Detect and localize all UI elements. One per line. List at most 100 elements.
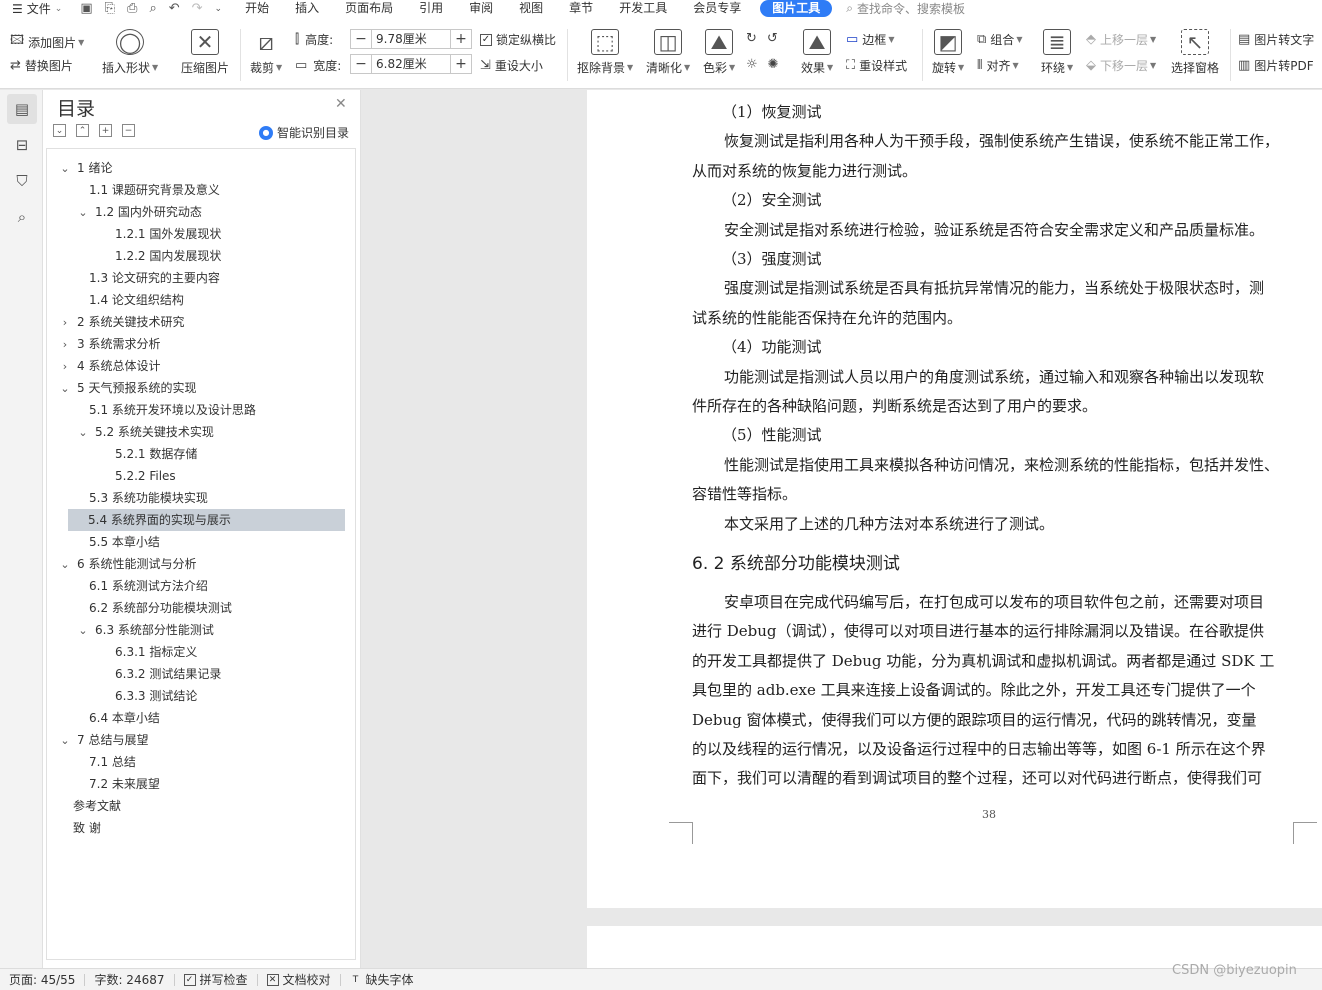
save-icon[interactable]: ▣ [80, 1, 92, 16]
height-input[interactable]: 9.78厘米 [372, 29, 450, 49]
missing-font-button[interactable]: T 缺失字体 [341, 971, 423, 988]
lock-ratio-checkbox[interactable]: ✓ 锁定纵横比 [480, 31, 556, 48]
expand-all-icon[interactable]: ⌃ [76, 124, 89, 137]
toc-item[interactable]: 6.3.2 测试结果记录 [103, 663, 221, 685]
reset-style-button[interactable]: ⛶ 重设样式 [846, 57, 907, 74]
wrap-button[interactable]: ≣ 环绕 ▼ [1041, 29, 1073, 76]
toc-item[interactable]: 7.1 总结 [77, 751, 136, 773]
toc-item[interactable]: 6.3.1 指标定义 [103, 641, 197, 663]
toc-item[interactable]: 6.1 系统测试方法介绍 [77, 575, 208, 597]
image-to-text-button[interactable]: ▤ 图片转文字 [1238, 31, 1314, 48]
border-button[interactable]: ▭ 边框 ▼ [846, 31, 894, 48]
width-stepper[interactable]: − 6.82厘米 + [350, 54, 472, 74]
group-button[interactable]: ⧉ 组合 ▼ [977, 31, 1022, 48]
toc-item[interactable]: 参考文献 [73, 795, 121, 817]
toc-item[interactable]: › 4 系统总体设计 [59, 355, 161, 378]
compress-image-button[interactable]: ✕ 压缩图片 [181, 29, 229, 76]
effect-button[interactable]: ⛰ 效果 ▼ [801, 29, 833, 76]
increase-height-button[interactable]: + [450, 29, 472, 49]
chapter-nav-icon[interactable]: ⊟ [7, 130, 37, 160]
toc-item[interactable]: 5.1 系统开发环境以及设计思路 [77, 399, 256, 421]
toc-item[interactable]: 1.4 论文组织结构 [77, 289, 184, 311]
toc-item[interactable]: 1.2.2 国内发展现状 [103, 245, 221, 267]
toc-item[interactable]: ⌄ 6 系统性能测试与分析 [59, 553, 196, 575]
decrease-width-button[interactable]: − [350, 54, 372, 74]
toc-item[interactable]: 5.3 系统功能模块实现 [77, 487, 208, 509]
toc-panel-icon[interactable]: ▤ [7, 94, 37, 124]
page-indicator[interactable]: 页面: 45/55 [0, 971, 84, 988]
increase-contrast-icon[interactable]: ↻ [746, 31, 757, 46]
image-to-pdf-button[interactable]: ▥ 图片转PDF [1238, 57, 1314, 74]
tab-3[interactable]: 引用 [406, 0, 456, 17]
customize-toolbar-icon[interactable]: ⌄ [215, 4, 223, 14]
toc-item[interactable]: 6.2 系统部分功能模块测试 [77, 597, 232, 619]
proofread-button[interactable]: ✕ 文档校对 [258, 971, 340, 988]
crop-button[interactable]: ⧄ 裁剪 ▼ [250, 28, 282, 76]
toc-item[interactable]: ⌄ 5 天气预报系统的实现 [59, 377, 196, 399]
toc-item[interactable]: 致 谢 [73, 817, 101, 839]
toc-item[interactable]: 6.4 本章小结 [77, 707, 160, 729]
toc-item[interactable]: 5.2.1 数据存储 [103, 443, 197, 465]
toc-item[interactable]: 5.5 本章小结 [77, 531, 160, 553]
toc-item[interactable]: 5.4 系统界面的实现与展示 [68, 509, 345, 531]
bookmark-icon[interactable]: ⛉ [7, 166, 37, 196]
toc-item[interactable]: ⌄ 7 总结与展望 [59, 729, 148, 751]
remove-background-button[interactable]: ⬚ 抠除背景 ▼ [577, 29, 633, 76]
chevron-down-icon[interactable]: ⌄ [59, 158, 71, 180]
tab-7[interactable]: 开发工具 [606, 0, 680, 17]
chevron-down-icon[interactable]: ⌄ [77, 620, 89, 642]
insert-shape-button[interactable]: ◯ 插入形状 ▼ [102, 29, 158, 76]
tab-0[interactable]: 开始 [232, 0, 282, 17]
tab-4[interactable]: 审阅 [456, 0, 506, 17]
toc-item[interactable]: ⌄ 1 绪论 [59, 157, 112, 179]
export-icon[interactable]: ⎘ [105, 1, 115, 16]
tab-5[interactable]: 视图 [506, 0, 556, 17]
tab-6[interactable]: 章节 [556, 0, 606, 17]
color-button[interactable]: ⛰ 色彩 ▼ [703, 29, 735, 76]
spell-check-button[interactable]: ✓ 拼写检查 [175, 971, 257, 988]
chevron-down-icon[interactable]: ⌄ [77, 202, 89, 224]
tab-picture-tools[interactable]: 图片工具 [760, 0, 833, 17]
toc-item[interactable]: 1.2.1 国外发展现状 [103, 223, 221, 245]
collapse-all-icon[interactable]: ⌄ [53, 124, 66, 137]
search-icon[interactable]: ⌕ [7, 202, 37, 232]
chevron-right-icon[interactable]: › [59, 334, 71, 356]
decrease-height-button[interactable]: − [350, 29, 372, 49]
word-count[interactable]: 字数: 24687 [85, 971, 173, 988]
print-preview-icon[interactable]: ⌕ [149, 1, 156, 16]
document-canvas[interactable]: （1）恢复测试 恢复测试是指利用各种人为干预手段，强制使系统产生错误，使系统不能正… [361, 90, 1322, 968]
send-backward-button[interactable]: ⬙ 下移一层 ▼ [1086, 57, 1156, 74]
increase-width-button[interactable]: + [450, 54, 472, 74]
reset-size-button[interactable]: ⇲ 重设大小 [480, 57, 543, 74]
command-search[interactable]: ⌕ 查找命令、搜索模板 [846, 0, 965, 17]
decrease-brightness-icon[interactable]: ✺ [768, 57, 779, 72]
increase-brightness-icon[interactable]: ☼ [746, 57, 758, 72]
tab-2[interactable]: 页面布局 [332, 0, 406, 17]
remove-heading-icon[interactable]: − [122, 124, 135, 137]
height-stepper[interactable]: − 9.78厘米 + [350, 29, 472, 49]
redo-icon[interactable]: ↷ [192, 1, 203, 16]
toc-item[interactable]: ⌄ 1.2 国内外研究动态 [77, 201, 202, 223]
align-button[interactable]: ⫴ 对齐 ▼ [977, 57, 1019, 74]
chevron-down-icon[interactable]: ⌄ [59, 378, 71, 400]
toc-item[interactable]: › 3 系统需求分析 [59, 333, 161, 356]
toc-item[interactable]: 1.3 论文研究的主要内容 [77, 267, 220, 289]
chevron-down-icon[interactable]: ⌄ [59, 730, 71, 752]
chevron-down-icon[interactable]: ⌄ [59, 554, 71, 576]
bring-forward-button[interactable]: ⬘ 上移一层 ▼ [1086, 31, 1156, 48]
decrease-contrast-icon[interactable]: ↺ [767, 31, 778, 46]
chevron-right-icon[interactable]: › [59, 356, 71, 378]
smart-toc-button[interactable]: ● 智能识别目录 [259, 124, 349, 141]
toc-item[interactable]: ⌄ 6.3 系统部分性能测试 [77, 619, 214, 641]
close-icon[interactable]: ✕ [335, 96, 347, 112]
replace-image-button[interactable]: ⇄ 替换图片 [10, 57, 73, 74]
undo-icon[interactable]: ↶ [169, 1, 180, 16]
sharpen-button[interactable]: ◫ 清晰化 ▼ [646, 29, 690, 76]
add-image-button[interactable]: 🖾 添加图片 ▼ [10, 31, 84, 53]
tab-8[interactable]: 会员专享 [680, 0, 754, 17]
chevron-down-icon[interactable]: ⌄ [77, 422, 89, 444]
width-input[interactable]: 6.82厘米 [372, 54, 450, 74]
toc-item[interactable]: › 2 系统关键技术研究 [59, 311, 185, 334]
chevron-right-icon[interactable]: › [59, 312, 71, 334]
add-heading-icon[interactable]: + [99, 124, 112, 137]
